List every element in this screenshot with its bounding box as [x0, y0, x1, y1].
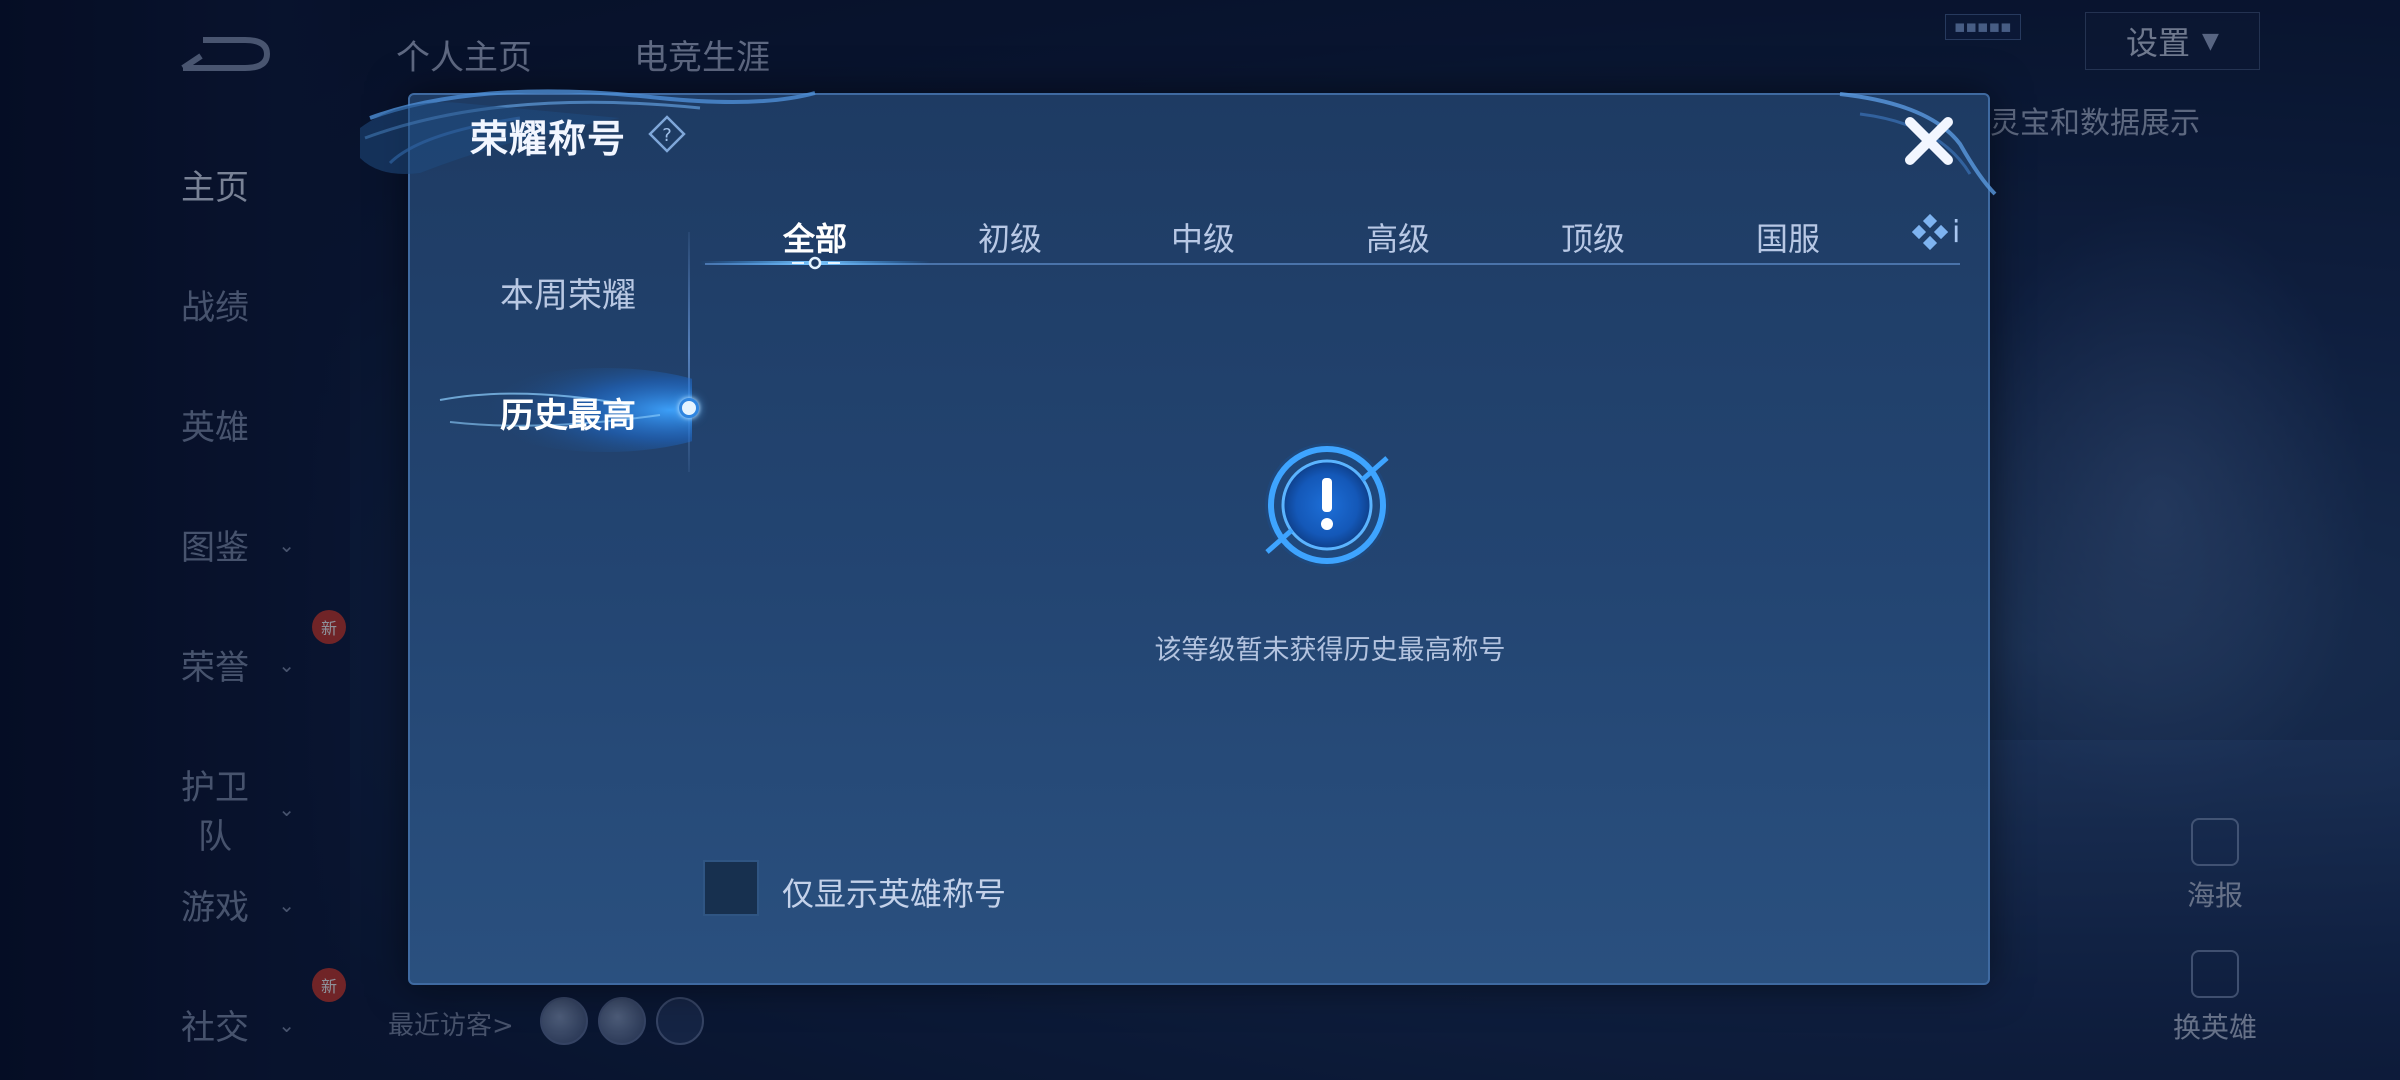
tab-scroll-more[interactable]: i	[1912, 214, 1960, 250]
hero-titles-only-label[interactable]: 仅显示英雄称号	[782, 869, 1006, 915]
help-icon[interactable]: ?	[647, 114, 687, 154]
tab-all[interactable]: 全部	[740, 214, 890, 260]
tab-beginner[interactable]: 初级	[935, 214, 1085, 260]
tab-advanced[interactable]: 高级	[1323, 214, 1473, 260]
svg-text:?: ?	[662, 125, 672, 146]
dialog-title: 荣耀称号	[470, 117, 627, 161]
tab-intermediate[interactable]: 中级	[1128, 214, 1278, 260]
warning-icon	[1265, 443, 1389, 567]
category-weekly-honor[interactable]: 本周荣耀	[468, 268, 668, 317]
hero-titles-only-checkbox[interactable]	[703, 860, 759, 916]
tab-top[interactable]: 顶级	[1518, 214, 1668, 260]
tab-national-server[interactable]: 国服	[1713, 214, 1863, 260]
empty-state-message: 该等级暂未获得历史最高称号	[1154, 635, 1506, 666]
close-icon[interactable]	[1900, 112, 1958, 170]
tab-more-label: i	[1952, 214, 1961, 250]
diamond-cluster-icon	[1912, 214, 1948, 250]
active-indicator-dot	[679, 398, 699, 418]
category-history-best[interactable]: 历史最高	[468, 388, 668, 437]
